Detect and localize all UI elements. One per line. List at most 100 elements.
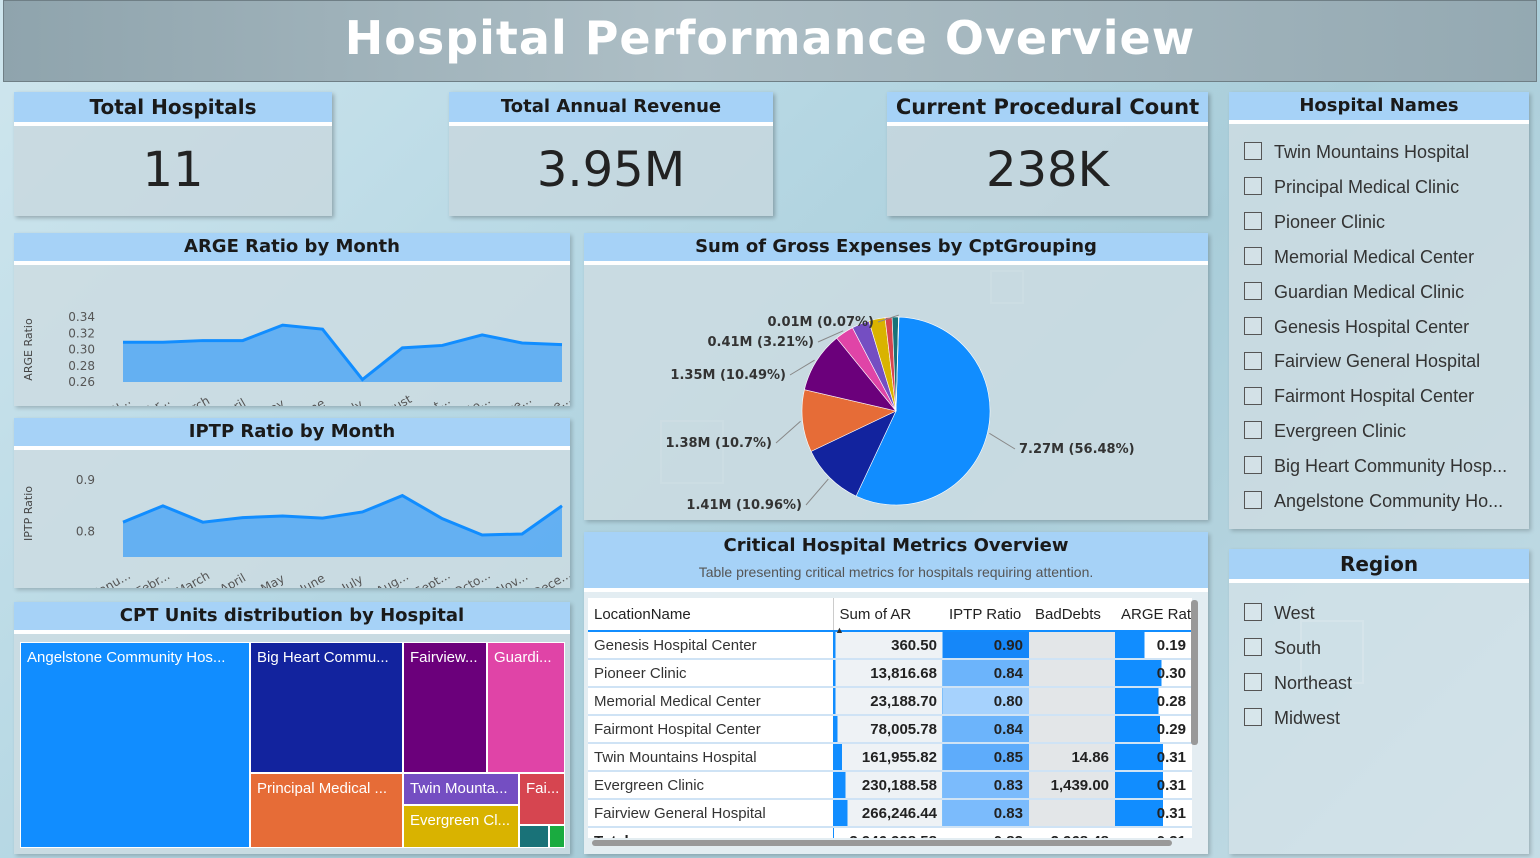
gross-expenses-pie-chart: Sum of Gross Expenses by CptGrouping 7.2… xyxy=(584,233,1208,520)
treemap-cell[interactable]: Fairview... xyxy=(403,642,487,773)
table-row[interactable]: Genesis Hospital Center 360.50 0.90 0.19 xyxy=(588,631,1192,659)
cell-iptp: 0.84 xyxy=(943,659,1029,687)
table-total-row: Total3,946,998.580.832,968.480.31 xyxy=(588,827,1192,838)
treemap-cell[interactable]: Twin Mounta... xyxy=(403,773,519,805)
table-row[interactable]: Fairview General Hospital 266,246.44 0.83 0… xyxy=(588,799,1192,827)
table-container: LocationName Sum of AR IPTP Ratio BadDeb… xyxy=(588,598,1192,838)
treemap-cell[interactable] xyxy=(519,825,549,848)
slicer-option-label: Memorial Medical Center xyxy=(1274,246,1475,267)
slicer-option[interactable]: Principal Medical Clinic xyxy=(1244,170,1459,204)
slicer-option[interactable]: Pioneer Clinic xyxy=(1244,205,1385,239)
table-row[interactable]: Pioneer Clinic 13,816.68 0.84 0.30 xyxy=(588,659,1192,687)
slicer-option[interactable]: South xyxy=(1244,631,1321,665)
slicer-option[interactable]: West xyxy=(1244,596,1315,630)
x-tick-label: Nov... xyxy=(494,569,530,588)
checkbox[interactable] xyxy=(1244,281,1262,300)
cell-baddebts xyxy=(1029,715,1115,743)
slicer-option[interactable]: Fairview General Hospital xyxy=(1244,344,1480,378)
slicer-option[interactable]: Big Heart Community Hosp... xyxy=(1244,449,1507,483)
cell-baddebts: 1,439.00 xyxy=(1029,771,1115,799)
checkbox[interactable] xyxy=(1244,142,1262,161)
x-tick-label: Sept... xyxy=(412,568,453,588)
checkbox[interactable] xyxy=(1244,212,1262,231)
checkbox[interactable] xyxy=(1244,491,1262,510)
treemap-cell[interactable] xyxy=(549,825,565,848)
cell-location: Genesis Hospital Center xyxy=(594,636,757,654)
checkbox[interactable] xyxy=(1244,673,1262,692)
table-row[interactable]: Fairmont Hospital Center 78,005.78 0.84 0.2… xyxy=(588,715,1192,743)
checkbox[interactable] xyxy=(1244,316,1262,335)
slicer-option[interactable]: Twin Mountains Hospital xyxy=(1244,135,1469,169)
checkbox[interactable] xyxy=(1244,707,1262,726)
cell-ar: 78,005.78 xyxy=(832,715,943,743)
cell-arge: 0.19 xyxy=(1115,631,1192,659)
slice-data-label: 1.35M (10.49%) xyxy=(670,368,786,383)
cell-total-ar: 3,946,998.58 xyxy=(832,827,943,838)
kpi-label: Current Procedural Count xyxy=(887,92,1208,126)
slicer-option[interactable]: Evergreen Clinic xyxy=(1244,414,1406,448)
x-tick-label: April xyxy=(217,396,248,406)
chart-title: IPTP Ratio by Month xyxy=(14,418,570,450)
checkbox[interactable] xyxy=(1244,456,1262,475)
cell-location: Evergreen Clinic xyxy=(594,776,705,794)
slicer-option[interactable]: Memorial Medical Center xyxy=(1244,240,1474,274)
cell-ar: 266,246.44 xyxy=(832,799,943,827)
column-header[interactable]: IPTP Ratio xyxy=(943,598,1029,631)
kpi-label: Total Annual Revenue xyxy=(449,92,773,126)
treemap-cell[interactable]: Evergreen Cl... xyxy=(403,805,519,848)
cell-iptp: 0.80 xyxy=(943,687,1029,715)
table-row[interactable]: Memorial Medical Center 23,188.70 0.80 0.28 xyxy=(588,687,1192,715)
table-title: Critical Hospital Metrics Overview xyxy=(723,535,1069,556)
horizontal-scrollbar[interactable] xyxy=(592,840,1172,846)
column-header[interactable]: ARGE Ratio xyxy=(1115,598,1192,631)
area-fill xyxy=(123,495,562,557)
x-tick-label: Nove... xyxy=(490,392,534,406)
checkbox[interactable] xyxy=(1244,603,1262,622)
slicer-option[interactable]: Northeast xyxy=(1244,666,1352,700)
table-row[interactable]: Twin Mountains Hospital 161,955.82 0.85 14.… xyxy=(588,743,1192,771)
y-tick-label: 0.32 xyxy=(68,326,95,340)
cell-total-arge: 0.31 xyxy=(1115,827,1192,839)
kpi-label: Total Hospitals xyxy=(14,92,332,126)
column-header[interactable]: BadDebts xyxy=(1029,598,1115,631)
checkbox[interactable] xyxy=(1244,351,1262,370)
pie-plot[interactable]: 7.27M (56.48%) 1.41M (10.96%) 1.38M (10.7%… xyxy=(584,265,1208,520)
checkbox[interactable] xyxy=(1244,638,1262,657)
iptp-ratio-chart: IPTP Ratio by Month IPTP Ratio 0.9 0.8 Janu… xyxy=(14,418,570,588)
cell-baddebts: 14.86 xyxy=(1029,743,1115,771)
x-tick-label: Aug... xyxy=(374,569,411,588)
treemap-cell[interactable]: Guardi... xyxy=(487,642,565,773)
kpi-value: 238K xyxy=(985,142,1110,198)
leader-line xyxy=(805,478,829,506)
checkbox[interactable] xyxy=(1244,386,1262,405)
table-row[interactable]: Evergreen Clinic 230,188.58 0.83 1,439.00 0.… xyxy=(588,771,1192,799)
cell-baddebts xyxy=(1029,659,1115,687)
slicer-option[interactable]: Fairmont Hospital Center xyxy=(1244,379,1474,413)
slicer-title: Region xyxy=(1229,549,1529,583)
checkbox[interactable] xyxy=(1244,177,1262,196)
slice-data-label: 1.38M (10.7%) xyxy=(665,436,772,451)
arge-ratio-chart: ARGE Ratio by Month ARGE Ratio 0.34 0.32 0.… xyxy=(14,233,570,406)
x-tick-label: August xyxy=(371,392,415,406)
treemap-cell[interactable]: Principal Medical ... xyxy=(250,773,403,848)
treemap-cell[interactable]: Fai... xyxy=(519,773,565,825)
treemap-cell[interactable]: Angelstone Community Hos... xyxy=(20,642,250,848)
slicer-option[interactable]: Angelstone Community Ho... xyxy=(1244,484,1503,518)
x-tick-label: Sept... xyxy=(412,393,453,406)
slicer-option[interactable]: Guardian Medical Clinic xyxy=(1244,275,1464,309)
checkbox[interactable] xyxy=(1244,421,1262,440)
sort-ascending-icon[interactable]: ▲ xyxy=(835,625,844,635)
critical-metrics-panel: Critical Hospital Metrics Overview Table… xyxy=(584,532,1208,854)
slicer-option-label: Guardian Medical Clinic xyxy=(1274,281,1465,302)
vertical-scrollbar[interactable] xyxy=(1191,600,1198,745)
arge-ratio-plot[interactable]: ARGE Ratio 0.34 0.32 0.30 0.28 0.26 Janu...Feb… xyxy=(14,265,570,406)
column-header[interactable]: LocationName xyxy=(588,598,833,631)
treemap-cell[interactable]: Big Heart Commu... xyxy=(250,642,403,773)
column-header[interactable]: Sum of AR xyxy=(832,598,943,631)
cell-ar: 161,955.82 xyxy=(832,743,943,771)
slicer-option[interactable]: Genesis Hospital Center xyxy=(1244,310,1469,344)
slicer-option[interactable]: Midwest xyxy=(1244,701,1340,735)
iptp-ratio-plot[interactable]: IPTP Ratio 0.9 0.8 Janu... Febr... March April… xyxy=(14,450,570,588)
slice-data-label: 7.27M (56.48%) xyxy=(1019,442,1135,457)
checkbox[interactable] xyxy=(1244,246,1262,265)
